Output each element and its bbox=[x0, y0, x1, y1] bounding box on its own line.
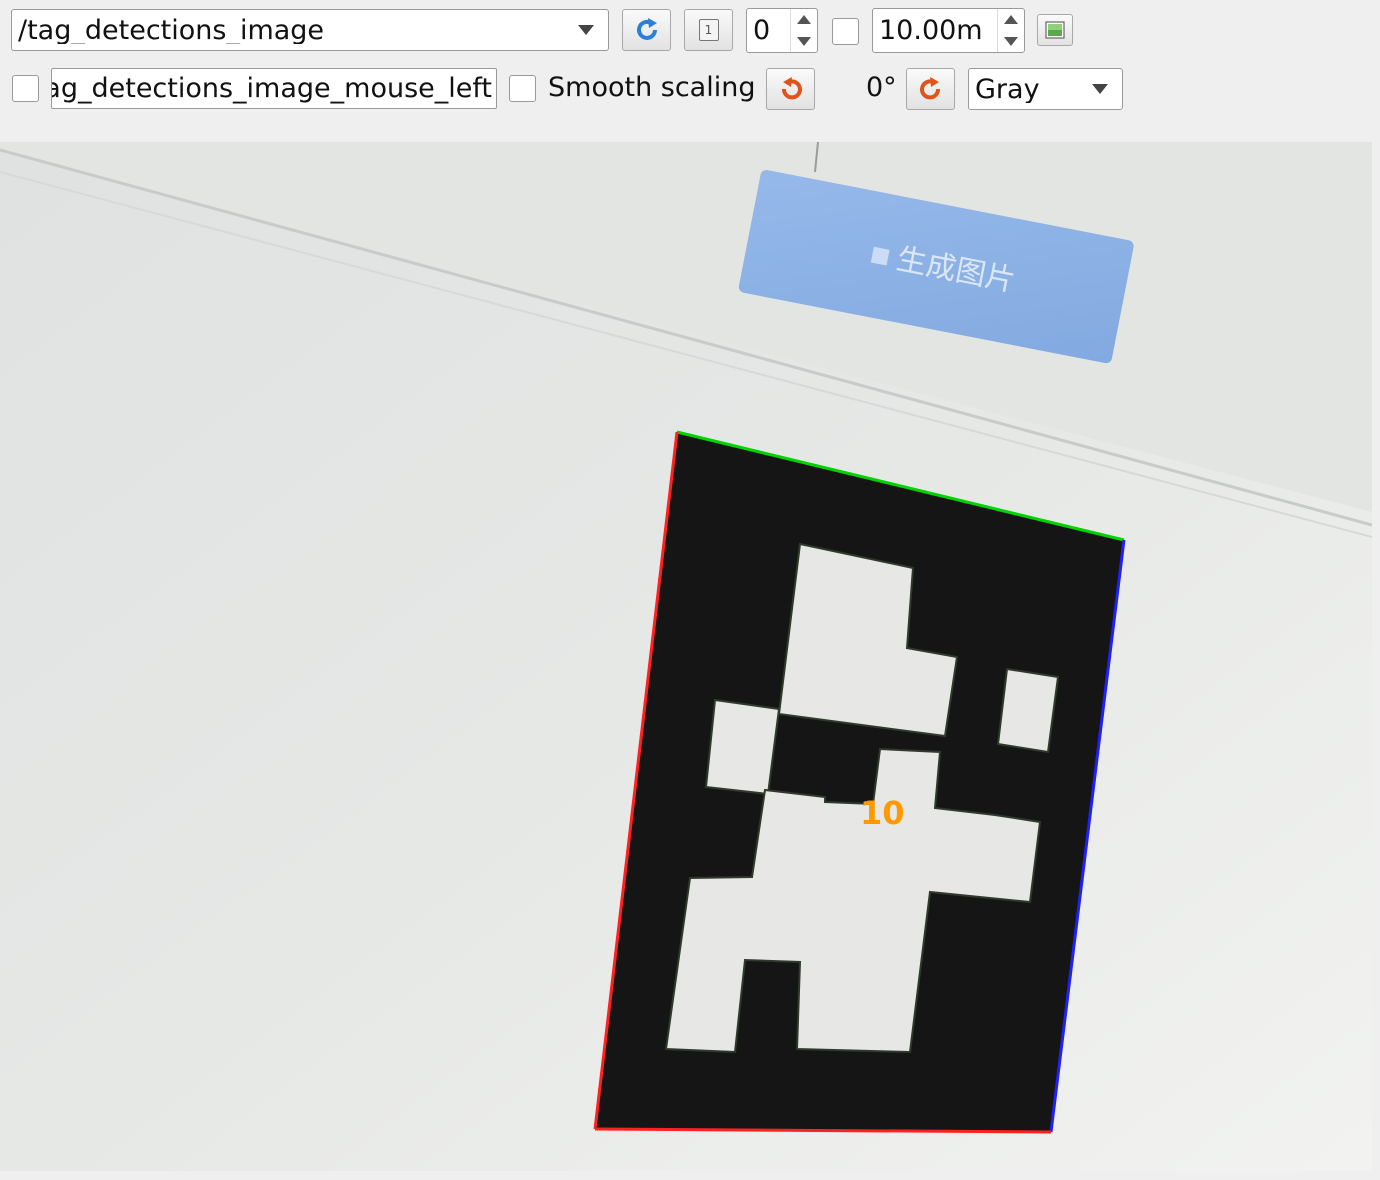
frame-value: 0 bbox=[753, 15, 771, 46]
time-window-spinbox[interactable]: 10.00m bbox=[872, 8, 1025, 53]
index-icon: 1 bbox=[698, 19, 719, 41]
time-window-value: 10.00m bbox=[879, 15, 983, 46]
spin-arrows[interactable] bbox=[997, 9, 1024, 52]
image-view[interactable]: 生成图片 10 bbox=[0, 142, 1372, 1171]
mouse-topic-value: ag_detections_image_mouse_left bbox=[51, 73, 492, 104]
arrow-down-icon bbox=[797, 36, 811, 46]
smooth-scaling-checkbox[interactable] bbox=[509, 75, 536, 102]
rotate-left-icon bbox=[781, 77, 802, 100]
arrow-down-icon bbox=[1004, 36, 1018, 46]
topic-value: /tag_detections_image bbox=[18, 16, 325, 44]
arrow-up-icon bbox=[1004, 15, 1018, 25]
camera-image: 生成图片 10 bbox=[0, 142, 1372, 1171]
index-button[interactable]: 1 bbox=[684, 9, 733, 51]
rotate-right-icon bbox=[919, 77, 940, 100]
smooth-scaling-label: Smooth scaling bbox=[548, 72, 756, 103]
rotation-angle: 0° bbox=[866, 72, 897, 103]
tag-id-label: 10 bbox=[860, 794, 905, 832]
color-scheme-value: Gray bbox=[975, 75, 1040, 103]
color-scheme-dropdown[interactable]: Gray bbox=[968, 68, 1123, 110]
image-icon bbox=[1045, 21, 1065, 39]
refresh-icon bbox=[636, 18, 657, 40]
toolbar: /tag_detections_image 1 0 10.00m ag_dete… bbox=[0, 0, 1380, 142]
spin-arrows[interactable] bbox=[790, 9, 817, 52]
chevron-down-icon bbox=[1092, 84, 1108, 94]
frame-spinbox[interactable]: 0 bbox=[746, 8, 818, 53]
rotate-right-button[interactable] bbox=[906, 68, 955, 110]
save-image-button[interactable] bbox=[1037, 14, 1073, 46]
rotate-left-button[interactable] bbox=[766, 68, 815, 110]
mouse-publish-checkbox[interactable] bbox=[12, 75, 39, 102]
topic-dropdown[interactable]: /tag_detections_image bbox=[11, 9, 609, 51]
arrow-up-icon bbox=[797, 15, 811, 25]
refresh-button[interactable] bbox=[622, 9, 671, 51]
chevron-down-icon bbox=[578, 25, 594, 35]
time-window-checkbox[interactable] bbox=[832, 18, 859, 45]
mouse-topic-field[interactable]: ag_detections_image_mouse_left bbox=[51, 68, 497, 109]
